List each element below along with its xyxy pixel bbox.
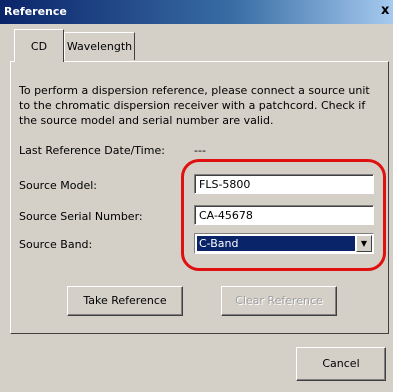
tab-wavelength-label: Wavelength [66,40,133,53]
tab-cd-label: CD [30,40,48,53]
source-band-label: Source Band: [19,238,93,251]
close-icon[interactable]: x [381,3,389,18]
tab-wavelength[interactable]: Wavelength [64,32,135,60]
source-serial-label: Source Serial Number: [19,210,143,223]
reference-dialog: Reference x CD Wavelength To perform a d… [0,0,393,392]
title-bar[interactable]: Reference x [0,0,393,24]
source-serial-input[interactable] [194,205,374,225]
dropdown-arrow-icon[interactable]: ▼ [356,235,372,252]
tab-cd[interactable]: CD [14,29,64,62]
clear-reference-button[interactable]: Clear Reference [221,286,337,316]
last-reference-value: --- [194,144,206,157]
window-title: Reference [4,5,67,18]
last-reference-label: Last Reference Date/Time: [19,144,165,157]
source-band-select[interactable]: C-Band ▼ [194,233,374,254]
source-model-label: Source Model: [19,179,98,192]
take-reference-button[interactable]: Take Reference [67,286,183,316]
source-model-input[interactable] [194,174,374,194]
cancel-button[interactable]: Cancel [296,347,386,381]
source-band-selected: C-Band [196,235,356,252]
intro-text: To perform a dispersion reference, pleas… [19,84,370,127]
